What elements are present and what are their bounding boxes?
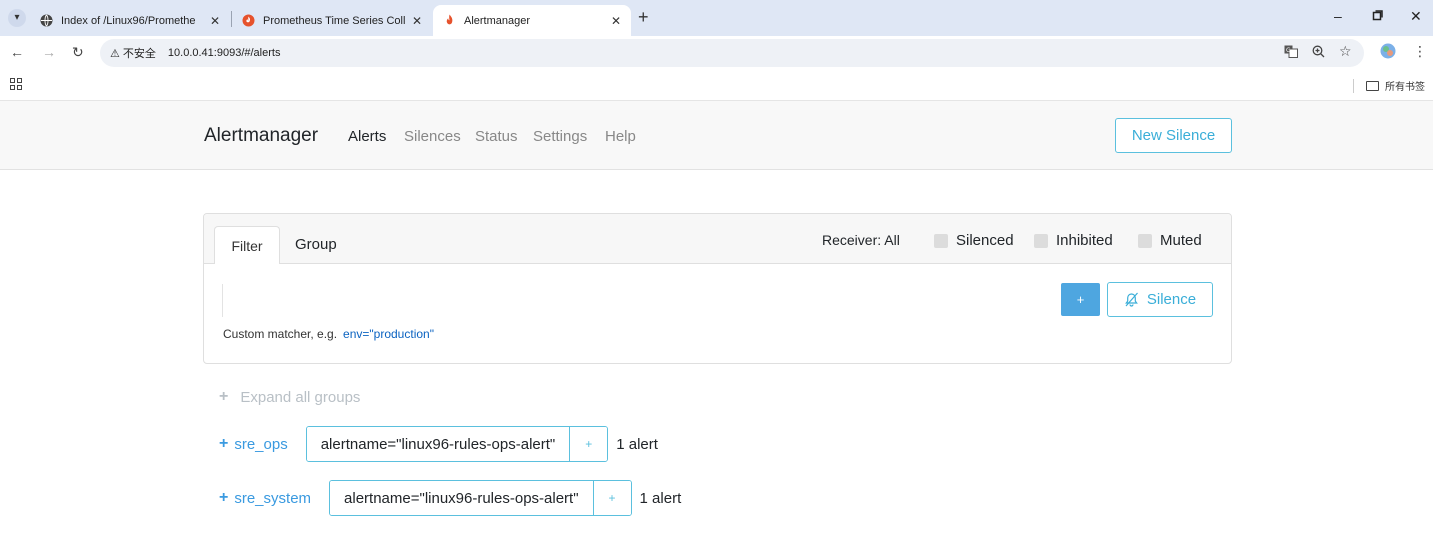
alert-group-row: + sre_system alertname="linux96-rules-op… (219, 480, 681, 516)
svg-text:G: G (1286, 47, 1291, 54)
new-silence-button[interactable]: New Silence (1115, 118, 1232, 153)
address-bar[interactable]: ⚠ 不安全 10.0.0.41:9093/#/alerts (100, 39, 1364, 67)
silenced-checkbox[interactable]: Silenced (934, 232, 1014, 249)
alert-group-row: + sre_ops alertname="linux96-rules-ops-a… (219, 426, 658, 462)
tab-close-icon[interactable]: ✕ (210, 14, 220, 28)
group-toggle-sre-ops[interactable]: + sre_ops (219, 435, 288, 453)
apps-grid-icon[interactable] (10, 78, 22, 93)
silenced-label: Silenced (956, 232, 1014, 249)
inhibited-checkbox[interactable]: Inhibited (1034, 232, 1113, 249)
minimize-icon[interactable]: – (1334, 8, 1342, 24)
bell-slash-icon (1125, 292, 1138, 307)
silence-label: Silence (1146, 291, 1197, 308)
alert-count: 1 alert (639, 489, 682, 507)
url-text[interactable]: 10.0.0.41:9093/#/alerts (168, 47, 281, 59)
group-receiver-label: sre_system (234, 489, 312, 507)
add-matcher-button[interactable]: + (1061, 283, 1100, 316)
close-window-icon[interactable]: ✕ (1410, 8, 1422, 25)
group-receiver-label: sre_ops (234, 435, 288, 453)
filter-card: Filter Group Receiver: All Silenced Inhi… (203, 213, 1232, 364)
reload-icon[interactable]: ↻ (72, 44, 84, 61)
tab-search-chevron-icon[interactable]: ▾ (8, 9, 26, 27)
group-label: alertname="linux96-rules-ops-alert" (306, 427, 570, 461)
group-label: alertname="linux96-rules-ops-alert" (330, 481, 593, 515)
inhibited-label: Inhibited (1056, 232, 1113, 249)
prometheus-flame-icon (242, 14, 255, 27)
nav-status[interactable]: Status (475, 128, 518, 145)
group-label-pill: alertname="linux96-rules-ops-alert" + (329, 480, 632, 516)
tab-filter[interactable]: Filter (214, 226, 280, 264)
nav-help[interactable]: Help (605, 128, 636, 145)
nav-silences[interactable]: Silences (404, 128, 461, 145)
tab-close-icon[interactable]: ✕ (412, 14, 422, 28)
more-menu-icon[interactable]: ⋮ (1413, 43, 1427, 60)
checkbox-box[interactable] (1034, 233, 1048, 248)
all-bookmarks-label: 所有书签 (1385, 82, 1425, 93)
plus-icon: + (219, 388, 229, 405)
translate-icon[interactable]: G (1284, 45, 1298, 61)
globe-icon (40, 14, 53, 27)
zoom-icon[interactable] (1312, 45, 1325, 61)
matcher-hint: Custom matcher, e.g. env="production" (223, 327, 434, 341)
silence-button[interactable]: Silence (1107, 282, 1213, 317)
forward-icon[interactable]: → (42, 44, 56, 60)
back-icon[interactable]: ← (10, 44, 24, 60)
divider (1353, 78, 1354, 93)
plus-icon: + (219, 435, 229, 452)
hint-text: Custom matcher, e.g. (223, 327, 338, 341)
all-bookmarks[interactable]: 所有书签 (1353, 78, 1425, 93)
checkbox-box[interactable] (934, 233, 948, 248)
new-tab-button[interactable]: + (638, 7, 649, 28)
add-label-filter-button[interactable]: + (592, 481, 631, 515)
expand-all-groups[interactable]: + Expand all groups (219, 388, 360, 406)
restore-icon[interactable] (1372, 8, 1383, 24)
group-toggle-sre-system[interactable]: + sre_system (219, 489, 311, 507)
browser-tab-index[interactable]: Index of /Linux96/Promethe ✕ (30, 5, 230, 36)
tab-group[interactable]: Group (295, 236, 337, 253)
bookmarks-bar: 所有书签 (0, 69, 1433, 101)
profile-avatar[interactable] (1380, 43, 1396, 62)
prometheus-flame-icon (443, 14, 456, 27)
filter-card-header: Filter Group Receiver: All Silenced Inhi… (204, 214, 1231, 264)
tab-title: Alertmanager (464, 14, 531, 27)
nav-alerts[interactable]: Alerts (348, 128, 386, 145)
nav-settings[interactable]: Settings (533, 128, 587, 145)
app-navbar: Alertmanager Alerts Silences Status Sett… (0, 101, 1433, 170)
matcher-input[interactable] (222, 284, 1060, 317)
alert-count: 1 alert (616, 435, 658, 453)
group-label-pill: alertname="linux96-rules-ops-alert" + (305, 426, 609, 462)
browser-tab-alertmanager[interactable]: Alertmanager ✕ (433, 5, 631, 36)
folder-icon (1366, 80, 1379, 91)
tab-title: Prometheus Time Series Coll (263, 14, 406, 27)
tab-close-icon[interactable]: ✕ (611, 14, 621, 28)
browser-tabstrip: ▾ Index of /Linux96/Promethe ✕ Prometheu… (0, 0, 1433, 36)
browser-toolbar: ← → ↻ ⚠ 不安全 10.0.0.41:9093/#/alerts G ☆ … (0, 36, 1433, 69)
brand-title[interactable]: Alertmanager (204, 125, 318, 147)
receiver-select[interactable]: Receiver: All (822, 232, 900, 248)
expand-all-label: Expand all groups (240, 388, 361, 406)
muted-checkbox[interactable]: Muted (1138, 232, 1202, 249)
bookmark-star-icon[interactable]: ☆ (1339, 43, 1352, 60)
browser-tab-prometheus[interactable]: Prometheus Time Series Coll ✕ (232, 5, 432, 36)
hint-example-link[interactable]: env="production" (343, 327, 434, 341)
insecure-warning[interactable]: ⚠ 不安全 (110, 45, 156, 61)
add-label-filter-button[interactable]: + (569, 427, 608, 461)
checkbox-box[interactable] (1138, 233, 1152, 248)
muted-label: Muted (1160, 232, 1202, 249)
plus-icon: + (219, 489, 229, 506)
tab-title: Index of /Linux96/Promethe (61, 14, 196, 27)
